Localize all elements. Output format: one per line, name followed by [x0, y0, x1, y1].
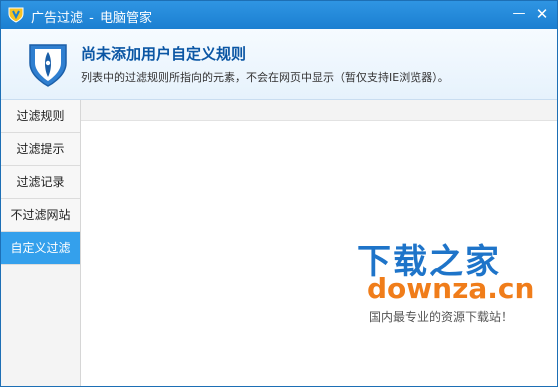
- header-title: 尚未添加用户自定义规则: [81, 45, 247, 63]
- shield-icon: [29, 44, 67, 87]
- sidebar-item-filter-log[interactable]: 过滤记录: [1, 166, 80, 199]
- sidebar: 过滤规则 过滤提示 过滤记录 不过滤网站 自定义过滤: [1, 100, 81, 386]
- watermark-domain: downza.cn: [367, 272, 535, 305]
- content-header-strip: [81, 100, 557, 121]
- sidebar-item-filter-tips[interactable]: 过滤提示: [1, 133, 80, 166]
- close-button[interactable]: ✕: [531, 4, 553, 24]
- title-bar[interactable]: 广告过滤 - 电脑管家 — ✕: [1, 1, 557, 29]
- shield-logo-icon: [8, 7, 24, 23]
- sidebar-item-whitelist-sites[interactable]: 不过滤网站: [1, 199, 80, 232]
- title-separator: -: [89, 11, 94, 26]
- sidebar-item-custom-filter[interactable]: 自定义过滤: [1, 232, 80, 265]
- app-name: 广告过滤: [31, 11, 84, 26]
- minimize-button[interactable]: —: [508, 4, 530, 24]
- product-name: 电脑管家: [100, 11, 153, 26]
- window-title: 广告过滤 - 电脑管家: [31, 7, 152, 26]
- content-area: 下载之家 downza.cn 国内最专业的资源下载站！: [81, 100, 557, 386]
- header-description: 列表中的过滤规则所指向的元素，不会在网页中显示（暂仅支持IE浏览器）。: [81, 71, 449, 84]
- header-panel: 尚未添加用户自定义规则 列表中的过滤规则所指向的元素，不会在网页中显示（暂仅支持…: [1, 29, 557, 100]
- app-window: 广告过滤 - 电脑管家 — ✕ 尚未添加用户自定义规则 列表中的过滤规则所指向的…: [0, 0, 558, 387]
- watermark-slogan: 国内最专业的资源下载站！: [369, 310, 514, 324]
- sidebar-item-filter-rules[interactable]: 过滤规则: [1, 100, 80, 133]
